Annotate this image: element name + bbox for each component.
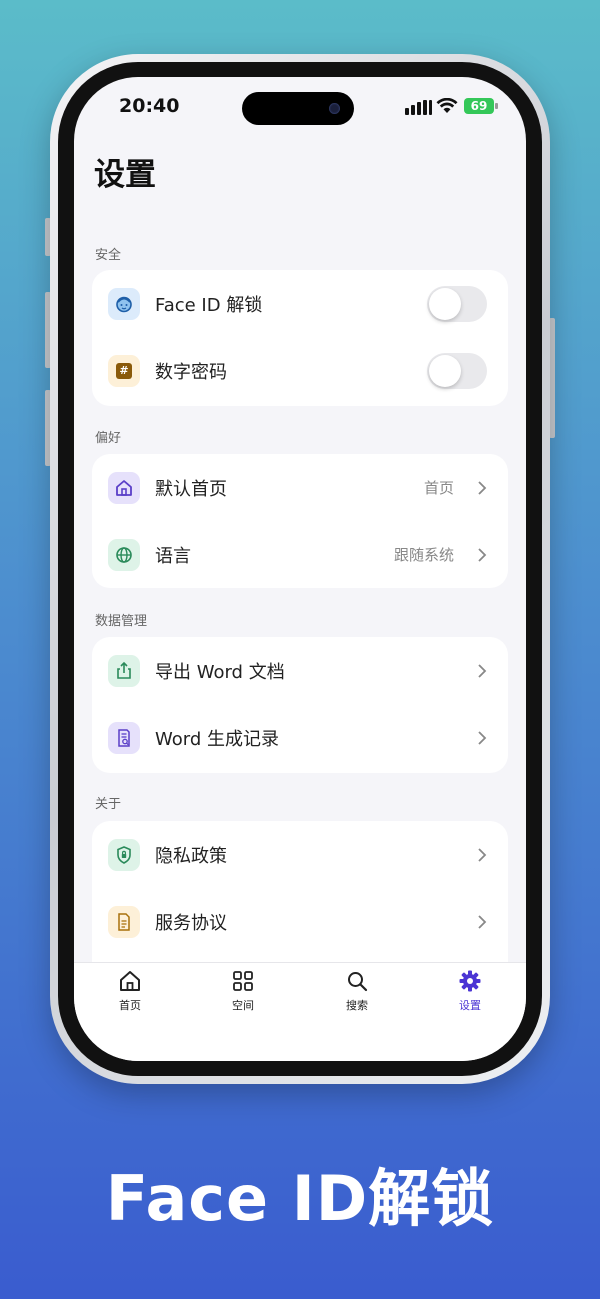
phone-screen: 20:40 69 设置 安全 Face ID 解锁 # 数字密码 偏好 默认首页… bbox=[74, 77, 526, 1061]
tab-settings[interactable]: 设置 bbox=[430, 969, 510, 1013]
section-label-data: 数据管理 bbox=[95, 614, 148, 629]
language-label: 语言 bbox=[155, 545, 191, 567]
tab-home-label: 首页 bbox=[119, 999, 141, 1012]
chevron-right-icon bbox=[478, 914, 487, 929]
tab-search-label: 搜索 bbox=[346, 999, 368, 1012]
passcode-label: 数字密码 bbox=[155, 361, 227, 383]
home-icon bbox=[120, 971, 140, 991]
chevron-right-icon bbox=[478, 480, 487, 495]
word-history-label: Word 生成记录 bbox=[155, 728, 279, 750]
default-home-label: 默认首页 bbox=[155, 478, 227, 500]
face-id-label: Face ID 解锁 bbox=[155, 294, 263, 316]
wifi-icon bbox=[436, 98, 458, 113]
export-word-label: 导出 Word 文档 bbox=[155, 661, 285, 683]
security-card: Face ID 解锁 # 数字密码 bbox=[92, 270, 508, 406]
chevron-right-icon bbox=[478, 663, 487, 678]
preferences-card: 默认首页 首页 语言 跟随系统 bbox=[92, 454, 508, 588]
face-id-toggle[interactable] bbox=[427, 285, 487, 322]
tab-space[interactable]: 空间 bbox=[203, 969, 283, 1013]
tab-settings-label: 设置 bbox=[459, 999, 481, 1012]
dynamic-island bbox=[242, 92, 354, 125]
cellular-signal-icon bbox=[405, 100, 432, 115]
globe-icon bbox=[108, 538, 140, 571]
home-icon bbox=[108, 471, 140, 504]
toggle-knob bbox=[429, 287, 461, 320]
document-search-icon bbox=[108, 721, 140, 754]
tab-space-label: 空间 bbox=[232, 999, 254, 1012]
passcode-row[interactable]: # 数字密码 bbox=[92, 337, 508, 404]
promo-headline: Face ID解锁 bbox=[105, 1162, 495, 1235]
section-label-about: 关于 bbox=[95, 797, 122, 812]
chevron-right-icon bbox=[478, 847, 487, 862]
face-icon bbox=[108, 287, 140, 320]
status-time: 20:40 bbox=[119, 95, 180, 117]
search-icon bbox=[348, 972, 368, 992]
shield-icon bbox=[108, 838, 140, 871]
privacy-row[interactable]: 隐私政策 bbox=[92, 821, 508, 888]
status-bar: 20:40 69 bbox=[74, 77, 526, 137]
toggle-knob bbox=[429, 354, 461, 387]
battery-icon: 69 bbox=[464, 98, 494, 114]
tab-bar: 首页 空间 搜索 设置 bbox=[74, 962, 526, 1061]
chevron-right-icon bbox=[478, 547, 487, 562]
face-id-row[interactable]: Face ID 解锁 bbox=[92, 270, 508, 337]
tab-home[interactable]: 首页 bbox=[90, 969, 170, 1013]
share-icon bbox=[108, 654, 140, 687]
chevron-right-icon bbox=[478, 730, 487, 745]
default-home-value: 首页 bbox=[423, 479, 454, 497]
data-card: 导出 Word 文档 Word 生成记录 bbox=[92, 637, 508, 773]
section-label-security: 安全 bbox=[95, 248, 122, 263]
about-card: 隐私政策 服务协议 bbox=[92, 821, 508, 981]
word-history-row[interactable]: Word 生成记录 bbox=[92, 704, 508, 771]
section-label-preferences: 偏好 bbox=[95, 431, 122, 446]
page-title: 设置 bbox=[94, 157, 156, 193]
document-icon bbox=[108, 905, 140, 938]
default-home-row[interactable]: 默认首页 首页 bbox=[92, 454, 508, 521]
language-value: 跟随系统 bbox=[393, 546, 454, 564]
privacy-label: 隐私政策 bbox=[155, 845, 227, 867]
gear-icon bbox=[459, 970, 481, 992]
language-row[interactable]: 语言 跟随系统 bbox=[92, 521, 508, 588]
grid-icon bbox=[233, 971, 253, 991]
hashtag-icon: # bbox=[108, 354, 140, 387]
export-word-row[interactable]: 导出 Word 文档 bbox=[92, 637, 508, 704]
camera-icon bbox=[329, 103, 340, 114]
battery-tip bbox=[495, 103, 498, 109]
passcode-toggle[interactable] bbox=[427, 352, 487, 389]
terms-label: 服务协议 bbox=[155, 912, 227, 934]
tab-search[interactable]: 搜索 bbox=[317, 969, 397, 1013]
terms-row[interactable]: 服务协议 bbox=[92, 888, 508, 955]
